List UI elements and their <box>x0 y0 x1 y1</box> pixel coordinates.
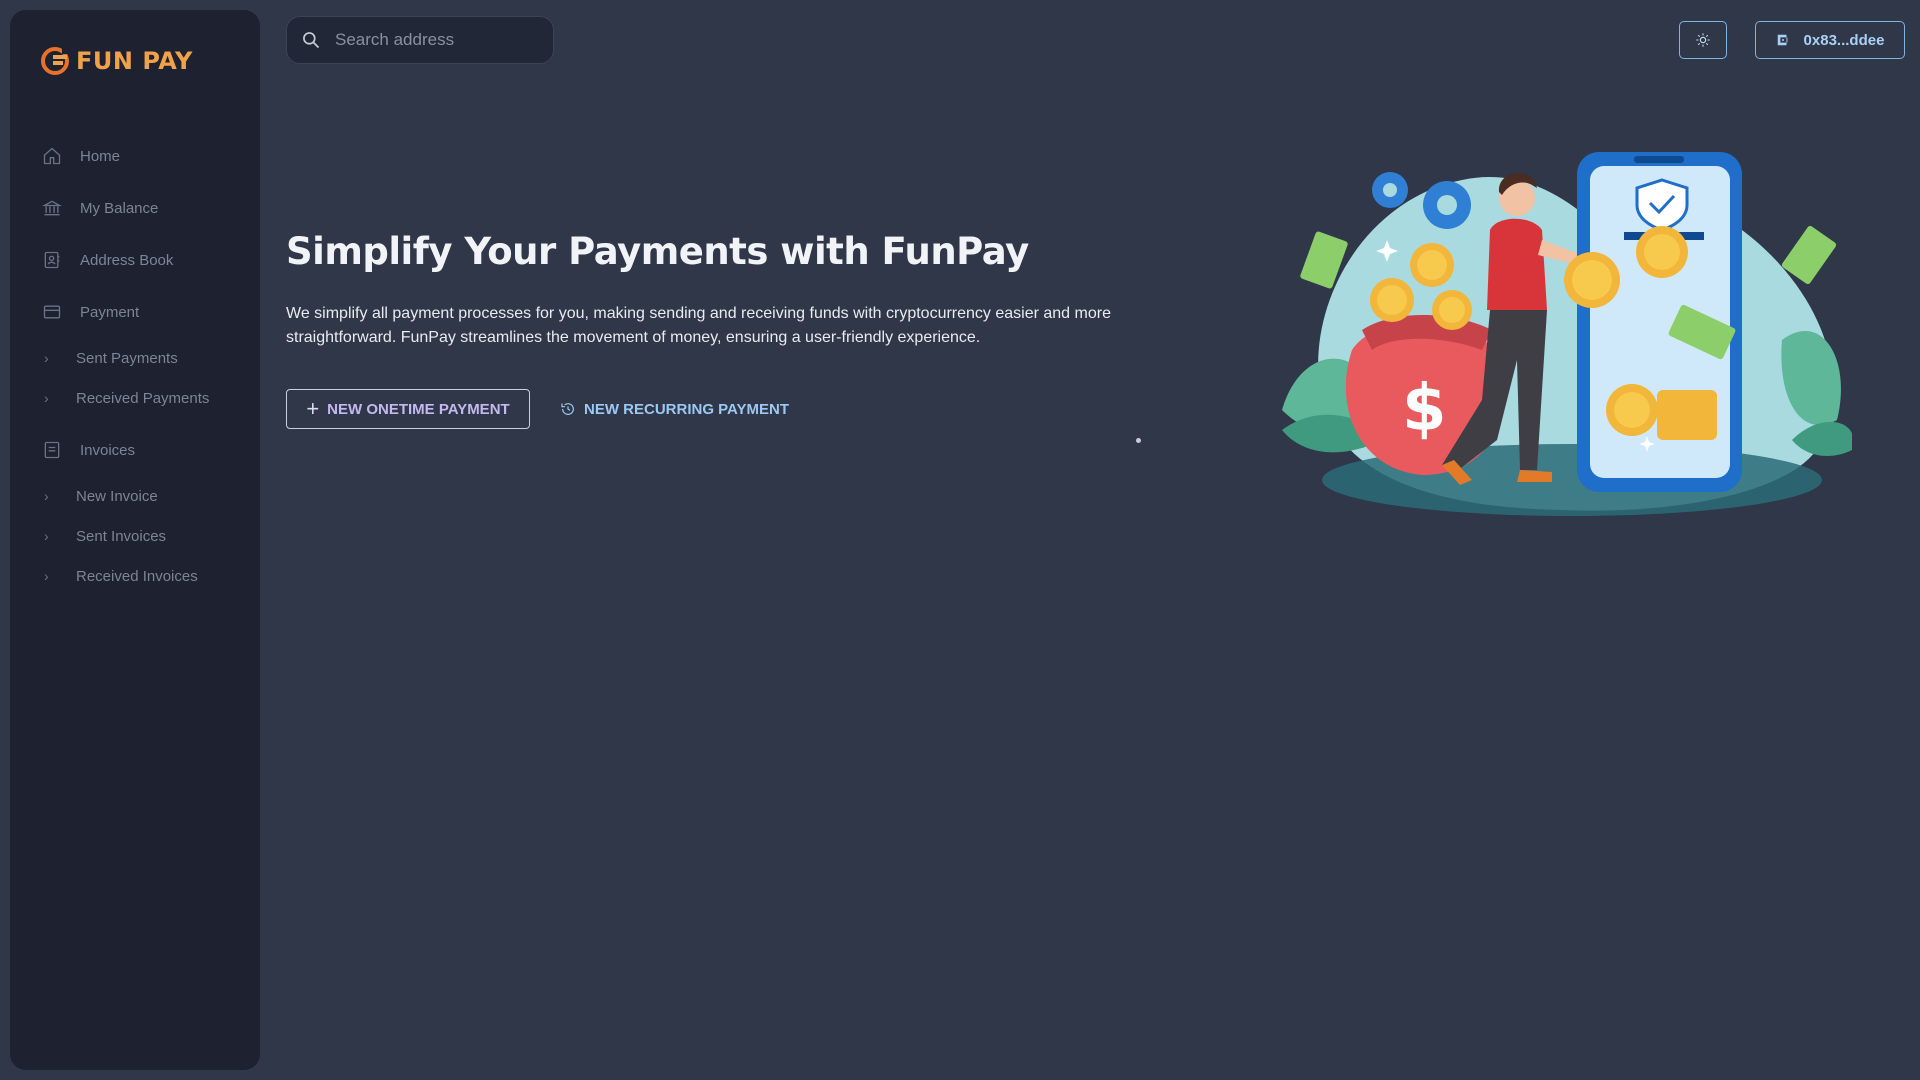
sun-icon <box>1696 33 1710 47</box>
search-icon <box>303 32 320 49</box>
wallet-icon <box>1777 34 1787 46</box>
new-recurring-payment-button[interactable]: NEW RECURRING PAYMENT <box>560 389 789 429</box>
sidebar-item-label: My Balance <box>80 199 159 217</box>
funpay-logo-icon <box>41 46 70 75</box>
sidebar-item-label: New Invoice <box>76 487 158 505</box>
wallet-address: 0x83...ddee <box>1803 31 1885 49</box>
chevron-right-icon: › <box>44 488 49 504</box>
hero-title: Simplify Your Payments with FunPay <box>286 230 1029 273</box>
sidebar-item-label: Address Book <box>80 251 174 269</box>
bank-icon <box>42 198 62 218</box>
brand-logo[interactable]: FUN PAY <box>40 46 193 76</box>
sidebar-item-sent-invoices[interactable]: › Sent Invoices <box>10 516 260 556</box>
search-box[interactable] <box>286 16 554 64</box>
hero-description: We simplify all payment processes for yo… <box>286 305 1111 346</box>
sidebar-item-new-invoice[interactable]: › New Invoice <box>10 476 260 516</box>
contact-book-icon <box>42 250 62 270</box>
history-icon <box>561 403 574 415</box>
sidebar-item-address-book[interactable]: Address Book <box>10 234 260 286</box>
new-onetime-payment-button[interactable]: + NEW ONETIME PAYMENT <box>286 389 530 429</box>
sidebar-item-my-balance[interactable]: My Balance <box>10 182 260 234</box>
theme-toggle-button[interactable] <box>1679 21 1727 59</box>
svg-text:$: $ <box>1402 372 1447 446</box>
plus-icon: + <box>306 396 320 421</box>
sidebar-item-label: Home <box>80 147 121 165</box>
wallet-button[interactable]: 0x83...ddee <box>1755 21 1905 59</box>
card-icon <box>42 302 62 322</box>
home-icon <box>42 146 62 166</box>
search-input[interactable] <box>335 30 535 50</box>
decorative-dot <box>1136 438 1141 443</box>
chevron-right-icon: › <box>44 568 49 584</box>
sidebar-nav: Home My Balance Address Book Payment › S… <box>10 130 260 596</box>
sidebar-item-label: Received Invoices <box>76 567 198 585</box>
sidebar-item-received-invoices[interactable]: › Received Invoices <box>10 556 260 596</box>
button-label: NEW RECURRING PAYMENT <box>584 400 790 418</box>
sidebar-item-sent-payments[interactable]: › Sent Payments <box>10 338 260 378</box>
brand-name: FUN PAY <box>76 47 193 75</box>
sidebar-item-received-payments[interactable]: › Received Payments <box>10 378 260 418</box>
sidebar-item-label: Invoices <box>80 441 136 459</box>
chevron-right-icon: › <box>44 350 49 366</box>
sidebar-item-payment[interactable]: Payment <box>10 286 260 338</box>
invoice-icon <box>42 440 62 460</box>
sidebar: FUN PAY Home My Balance Address Book Pay… <box>10 10 260 1070</box>
button-label: NEW ONETIME PAYMENT <box>327 400 510 418</box>
sidebar-item-label: Payment <box>80 303 140 321</box>
sidebar-item-invoices[interactable]: Invoices <box>10 424 260 476</box>
chevron-right-icon: › <box>44 390 49 406</box>
crypto-payment-illustration: $ <box>1282 152 1852 516</box>
sidebar-item-label: Sent Payments <box>76 349 178 367</box>
sidebar-item-home[interactable]: Home <box>10 130 260 182</box>
sidebar-item-label: Received Payments <box>76 389 210 407</box>
sidebar-item-label: Sent Invoices <box>76 527 167 545</box>
chevron-right-icon: › <box>44 528 49 544</box>
